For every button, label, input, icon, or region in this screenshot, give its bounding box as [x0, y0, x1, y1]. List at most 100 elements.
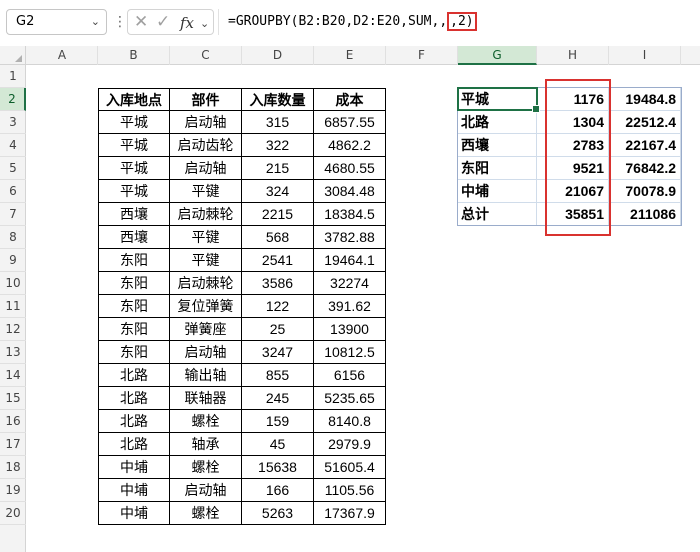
table-cell[interactable]: 166: [242, 479, 314, 502]
table-header-cell[interactable]: 部件: [170, 88, 242, 111]
table-cell[interactable]: 122: [242, 295, 314, 318]
table-cell[interactable]: 3586: [242, 272, 314, 295]
table-cell[interactable]: 北路: [98, 433, 170, 456]
column-header-b[interactable]: B: [98, 46, 170, 65]
row-header[interactable]: 14: [0, 364, 26, 387]
table-cell[interactable]: 315: [242, 111, 314, 134]
table-cell[interactable]: 东阳: [98, 318, 170, 341]
row-header[interactable]: 10: [0, 272, 26, 295]
table-cell[interactable]: 复位弹簧: [170, 295, 242, 318]
row-header[interactable]: 2: [0, 88, 26, 111]
table-cell[interactable]: 6156: [314, 364, 386, 387]
fx-icon[interactable]: fx: [180, 13, 194, 33]
table-cell[interactable]: 北路: [98, 410, 170, 433]
table-cell[interactable]: 弹簧座: [170, 318, 242, 341]
result-group-cell[interactable]: 东阳: [458, 157, 537, 180]
row-header[interactable]: 7: [0, 203, 26, 226]
table-cell[interactable]: 45: [242, 433, 314, 456]
name-box[interactable]: G2 ⌄: [6, 9, 107, 35]
row-header[interactable]: 17: [0, 433, 26, 456]
table-cell[interactable]: 东阳: [98, 249, 170, 272]
chevron-down-icon[interactable]: ⌄: [91, 10, 100, 34]
table-cell[interactable]: 启动棘轮: [170, 272, 242, 295]
table-cell[interactable]: 17367.9: [314, 502, 386, 525]
table-cell[interactable]: 启动轴: [170, 157, 242, 180]
table-cell[interactable]: 322: [242, 134, 314, 157]
formula-input[interactable]: =GROUPBY(B2:B20,D2:E20,SUM,, ,2): [218, 9, 700, 35]
result-value-cell[interactable]: 76842.2: [609, 157, 681, 180]
result-value-cell[interactable]: 21067: [537, 180, 609, 203]
table-cell[interactable]: 东阳: [98, 295, 170, 318]
row-header[interactable]: 1: [0, 65, 26, 88]
result-value-cell[interactable]: 9521: [537, 157, 609, 180]
result-value-cell[interactable]: 35851: [537, 203, 609, 226]
table-cell[interactable]: 25: [242, 318, 314, 341]
column-header-f[interactable]: F: [386, 46, 458, 65]
table-cell[interactable]: 15638: [242, 456, 314, 479]
column-header-d[interactable]: D: [242, 46, 314, 65]
table-cell[interactable]: 3782.88: [314, 226, 386, 249]
table-cell[interactable]: 输出轴: [170, 364, 242, 387]
table-cell[interactable]: 5235.65: [314, 387, 386, 410]
table-cell[interactable]: 18384.5: [314, 203, 386, 226]
table-cell[interactable]: 中埔: [98, 479, 170, 502]
result-value-cell[interactable]: 2783: [537, 134, 609, 157]
row-header[interactable]: 12: [0, 318, 26, 341]
result-group-cell[interactable]: 北路: [458, 111, 537, 134]
table-cell[interactable]: 东阳: [98, 272, 170, 295]
table-cell[interactable]: 2215: [242, 203, 314, 226]
table-cell[interactable]: 4680.55: [314, 157, 386, 180]
row-header[interactable]: 6: [0, 180, 26, 203]
result-group-cell[interactable]: 西壤: [458, 134, 537, 157]
row-header[interactable]: 11: [0, 295, 26, 318]
row-header[interactable]: 5: [0, 157, 26, 180]
table-cell[interactable]: 启动齿轮: [170, 134, 242, 157]
table-cell[interactable]: 10812.5: [314, 341, 386, 364]
table-cell[interactable]: 北路: [98, 387, 170, 410]
result-group-cell[interactable]: 中埔: [458, 180, 537, 203]
result-group-cell[interactable]: 平城: [458, 88, 537, 111]
result-value-cell[interactable]: 1176: [537, 88, 609, 111]
row-header[interactable]: 4: [0, 134, 26, 157]
table-cell[interactable]: 平键: [170, 180, 242, 203]
table-cell[interactable]: 5263: [242, 502, 314, 525]
table-cell[interactable]: 北路: [98, 364, 170, 387]
table-cell[interactable]: 西壤: [98, 226, 170, 249]
table-cell[interactable]: 1105.56: [314, 479, 386, 502]
table-cell[interactable]: 平城: [98, 180, 170, 203]
table-header-cell[interactable]: 入库地点: [98, 88, 170, 111]
table-cell[interactable]: 启动轴: [170, 341, 242, 364]
cancel-x-icon[interactable]: ✕: [134, 12, 148, 32]
table-cell[interactable]: 13900: [314, 318, 386, 341]
table-cell[interactable]: 平键: [170, 226, 242, 249]
table-cell[interactable]: 东阳: [98, 341, 170, 364]
table-cell[interactable]: 轴承: [170, 433, 242, 456]
table-cell[interactable]: 6857.55: [314, 111, 386, 134]
table-cell[interactable]: 启动轴: [170, 479, 242, 502]
column-header-h[interactable]: H: [537, 46, 609, 65]
column-header-a[interactable]: A: [27, 46, 98, 65]
row-header[interactable]: 19: [0, 479, 26, 502]
table-cell[interactable]: 19464.1: [314, 249, 386, 272]
result-value-cell[interactable]: 19484.8: [609, 88, 681, 111]
result-value-cell[interactable]: 22512.4: [609, 111, 681, 134]
table-cell[interactable]: 51605.4: [314, 456, 386, 479]
table-cell[interactable]: 32274: [314, 272, 386, 295]
table-cell[interactable]: 螺栓: [170, 456, 242, 479]
table-cell[interactable]: 3247: [242, 341, 314, 364]
row-header[interactable]: 18: [0, 456, 26, 479]
row-header[interactable]: 8: [0, 226, 26, 249]
select-all-corner[interactable]: [0, 46, 26, 65]
row-header[interactable]: 20: [0, 502, 26, 525]
column-header-c[interactable]: C: [170, 46, 242, 65]
table-cell[interactable]: 中埔: [98, 502, 170, 525]
table-cell[interactable]: 215: [242, 157, 314, 180]
table-header-cell[interactable]: 成本: [314, 88, 386, 111]
result-group-cell[interactable]: 总计: [458, 203, 537, 226]
result-value-cell[interactable]: 1304: [537, 111, 609, 134]
table-cell[interactable]: 螺栓: [170, 502, 242, 525]
table-cell[interactable]: 平城: [98, 134, 170, 157]
table-cell[interactable]: 3084.48: [314, 180, 386, 203]
row-header[interactable]: 3: [0, 111, 26, 134]
chevron-down-icon[interactable]: ⌄: [200, 14, 209, 34]
